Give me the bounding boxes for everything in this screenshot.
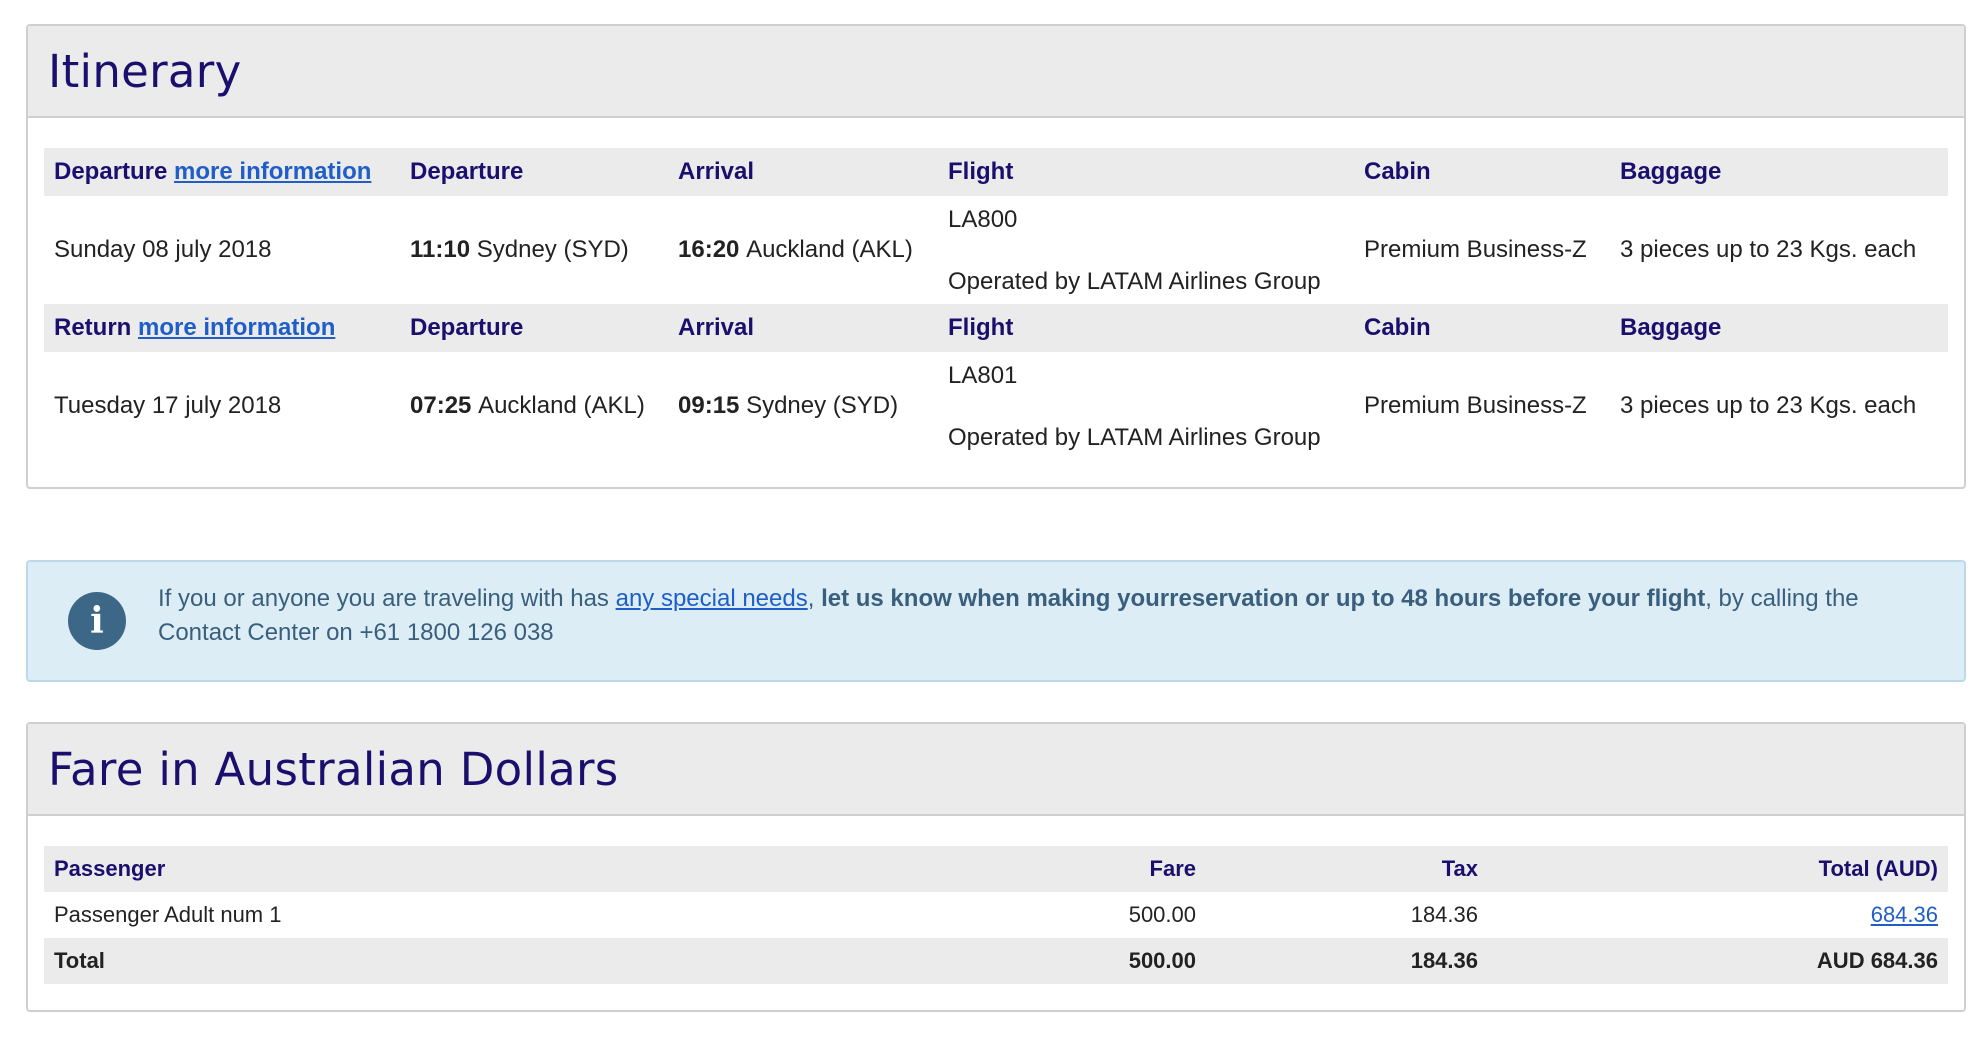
fare-total-row: Total 500.00 184.36 AUD 684.36	[44, 938, 1948, 984]
departure-time: 07:25	[410, 392, 472, 419]
leg-date: Tuesday 17 july 2018	[54, 392, 282, 419]
special-needs-link[interactable]: any special needs	[616, 585, 808, 612]
arrival-time-place: 16:20 Auckland (AKL)	[678, 196, 913, 304]
itinerary-header: Itinerary	[28, 26, 1964, 118]
leg-type-cell: Return more information	[54, 304, 335, 352]
fare-title: Fare in Australian Dollars	[48, 742, 619, 796]
leg-type-label: Return	[54, 314, 132, 341]
total-fare: 500.00	[1128, 948, 1196, 973]
row-total-link[interactable]: 684.36	[1871, 902, 1938, 927]
operated-by: Operated by LATAM Airlines Group	[948, 424, 1321, 451]
departure-leg-row: Sunday 08 july 2018 11:10 Sydney (SYD) 1…	[44, 196, 1948, 304]
cabin-column-header: Cabin	[1364, 314, 1431, 341]
arrival-time-place: 09:15 Sydney (SYD)	[678, 352, 898, 460]
baggage-column-header: Baggage	[1620, 314, 1722, 341]
passenger-name: Passenger Adult num 1	[54, 902, 282, 927]
return-more-information-link[interactable]: more information	[138, 314, 335, 341]
flight-column-header: Flight	[948, 314, 1014, 341]
departure-place: Sydney (SYD)	[476, 236, 629, 263]
departure-more-information-link[interactable]: more information	[174, 158, 371, 185]
total-label: Total	[54, 948, 105, 973]
info-icon: i	[68, 592, 126, 650]
flight-info: LA801 Operated by LATAM Airlines Group	[948, 352, 1321, 460]
itinerary-table: Departure more information Departure Arr…	[44, 148, 1948, 460]
flight-column-header: Flight	[948, 158, 1014, 185]
total-tax: 184.36	[1410, 948, 1478, 973]
departure-column-header: Departure	[410, 314, 524, 341]
fare-table: Passenger Fare Tax Total (AUD) Passenger…	[44, 846, 1948, 984]
passenger-column-header: Passenger	[54, 856, 166, 881]
baggage-column-header: Baggage	[1620, 158, 1722, 185]
arrival-place: Auckland (AKL)	[746, 236, 913, 263]
arrival-column-header: Arrival	[678, 314, 755, 341]
arrival-time: 09:15	[678, 392, 740, 419]
fare-table-header: Passenger Fare Tax Total (AUD)	[44, 846, 1948, 892]
flight-number: LA801	[948, 362, 1018, 389]
fare-value: 500.00	[1128, 902, 1196, 927]
departure-time-place: 07:25 Auckland (AKL)	[410, 352, 645, 460]
flight-info: LA800 Operated by LATAM Airlines Group	[948, 196, 1321, 304]
row-total-cell: 684.36	[1871, 892, 1938, 938]
leg-date: Sunday 08 july 2018	[54, 236, 272, 263]
notice-bold-text: let us know when making yourreservation …	[821, 585, 1706, 612]
baggage-value: 3 pieces up to 23 Kgs. each	[1620, 392, 1917, 419]
arrival-time: 16:20	[678, 236, 740, 263]
itinerary-panel: Itinerary Departure more information Dep…	[26, 24, 1966, 489]
leg-type-cell: Departure more information	[54, 148, 371, 196]
grand-total: AUD 684.36	[1816, 948, 1938, 973]
tax-value: 184.36	[1410, 902, 1478, 927]
fare-panel: Fare in Australian Dollars Passenger Far…	[26, 722, 1966, 1012]
special-needs-notice: i If you or anyone you are traveling wit…	[26, 560, 1966, 682]
departure-leg-header: Departure more information Departure Arr…	[44, 148, 1948, 196]
notice-text: If you or anyone you are traveling with …	[158, 582, 1898, 650]
fare-header: Fare in Australian Dollars	[28, 724, 1964, 816]
departure-place: Auckland (AKL)	[478, 392, 645, 419]
notice-text-start: If you or anyone you are traveling with …	[158, 585, 616, 612]
arrival-place: Sydney (SYD)	[746, 392, 899, 419]
arrival-column-header: Arrival	[678, 158, 755, 185]
tax-column-header: Tax	[1441, 856, 1478, 881]
return-leg-row: Tuesday 17 july 2018 07:25 Auckland (AKL…	[44, 352, 1948, 460]
leg-type-label: Departure	[54, 158, 168, 185]
departure-column-header: Departure	[410, 158, 524, 185]
table-row: Passenger Adult num 1 500.00 184.36 684.…	[44, 892, 1948, 938]
flight-number: LA800	[948, 206, 1018, 233]
total-column-header: Total (AUD)	[1818, 856, 1938, 881]
itinerary-title: Itinerary	[48, 44, 242, 98]
baggage-value: 3 pieces up to 23 Kgs. each	[1620, 236, 1917, 263]
notice-comma: ,	[807, 585, 822, 612]
departure-time: 11:10	[410, 236, 471, 263]
cabin-value: Premium Business-Z	[1364, 392, 1587, 419]
cabin-value: Premium Business-Z	[1364, 236, 1587, 263]
departure-time-place: 11:10 Sydney (SYD)	[410, 196, 629, 304]
fare-column-header: Fare	[1149, 856, 1196, 881]
return-leg-header: Return more information Departure Arriva…	[44, 304, 1948, 352]
operated-by: Operated by LATAM Airlines Group	[948, 268, 1321, 295]
cabin-column-header: Cabin	[1364, 158, 1431, 185]
